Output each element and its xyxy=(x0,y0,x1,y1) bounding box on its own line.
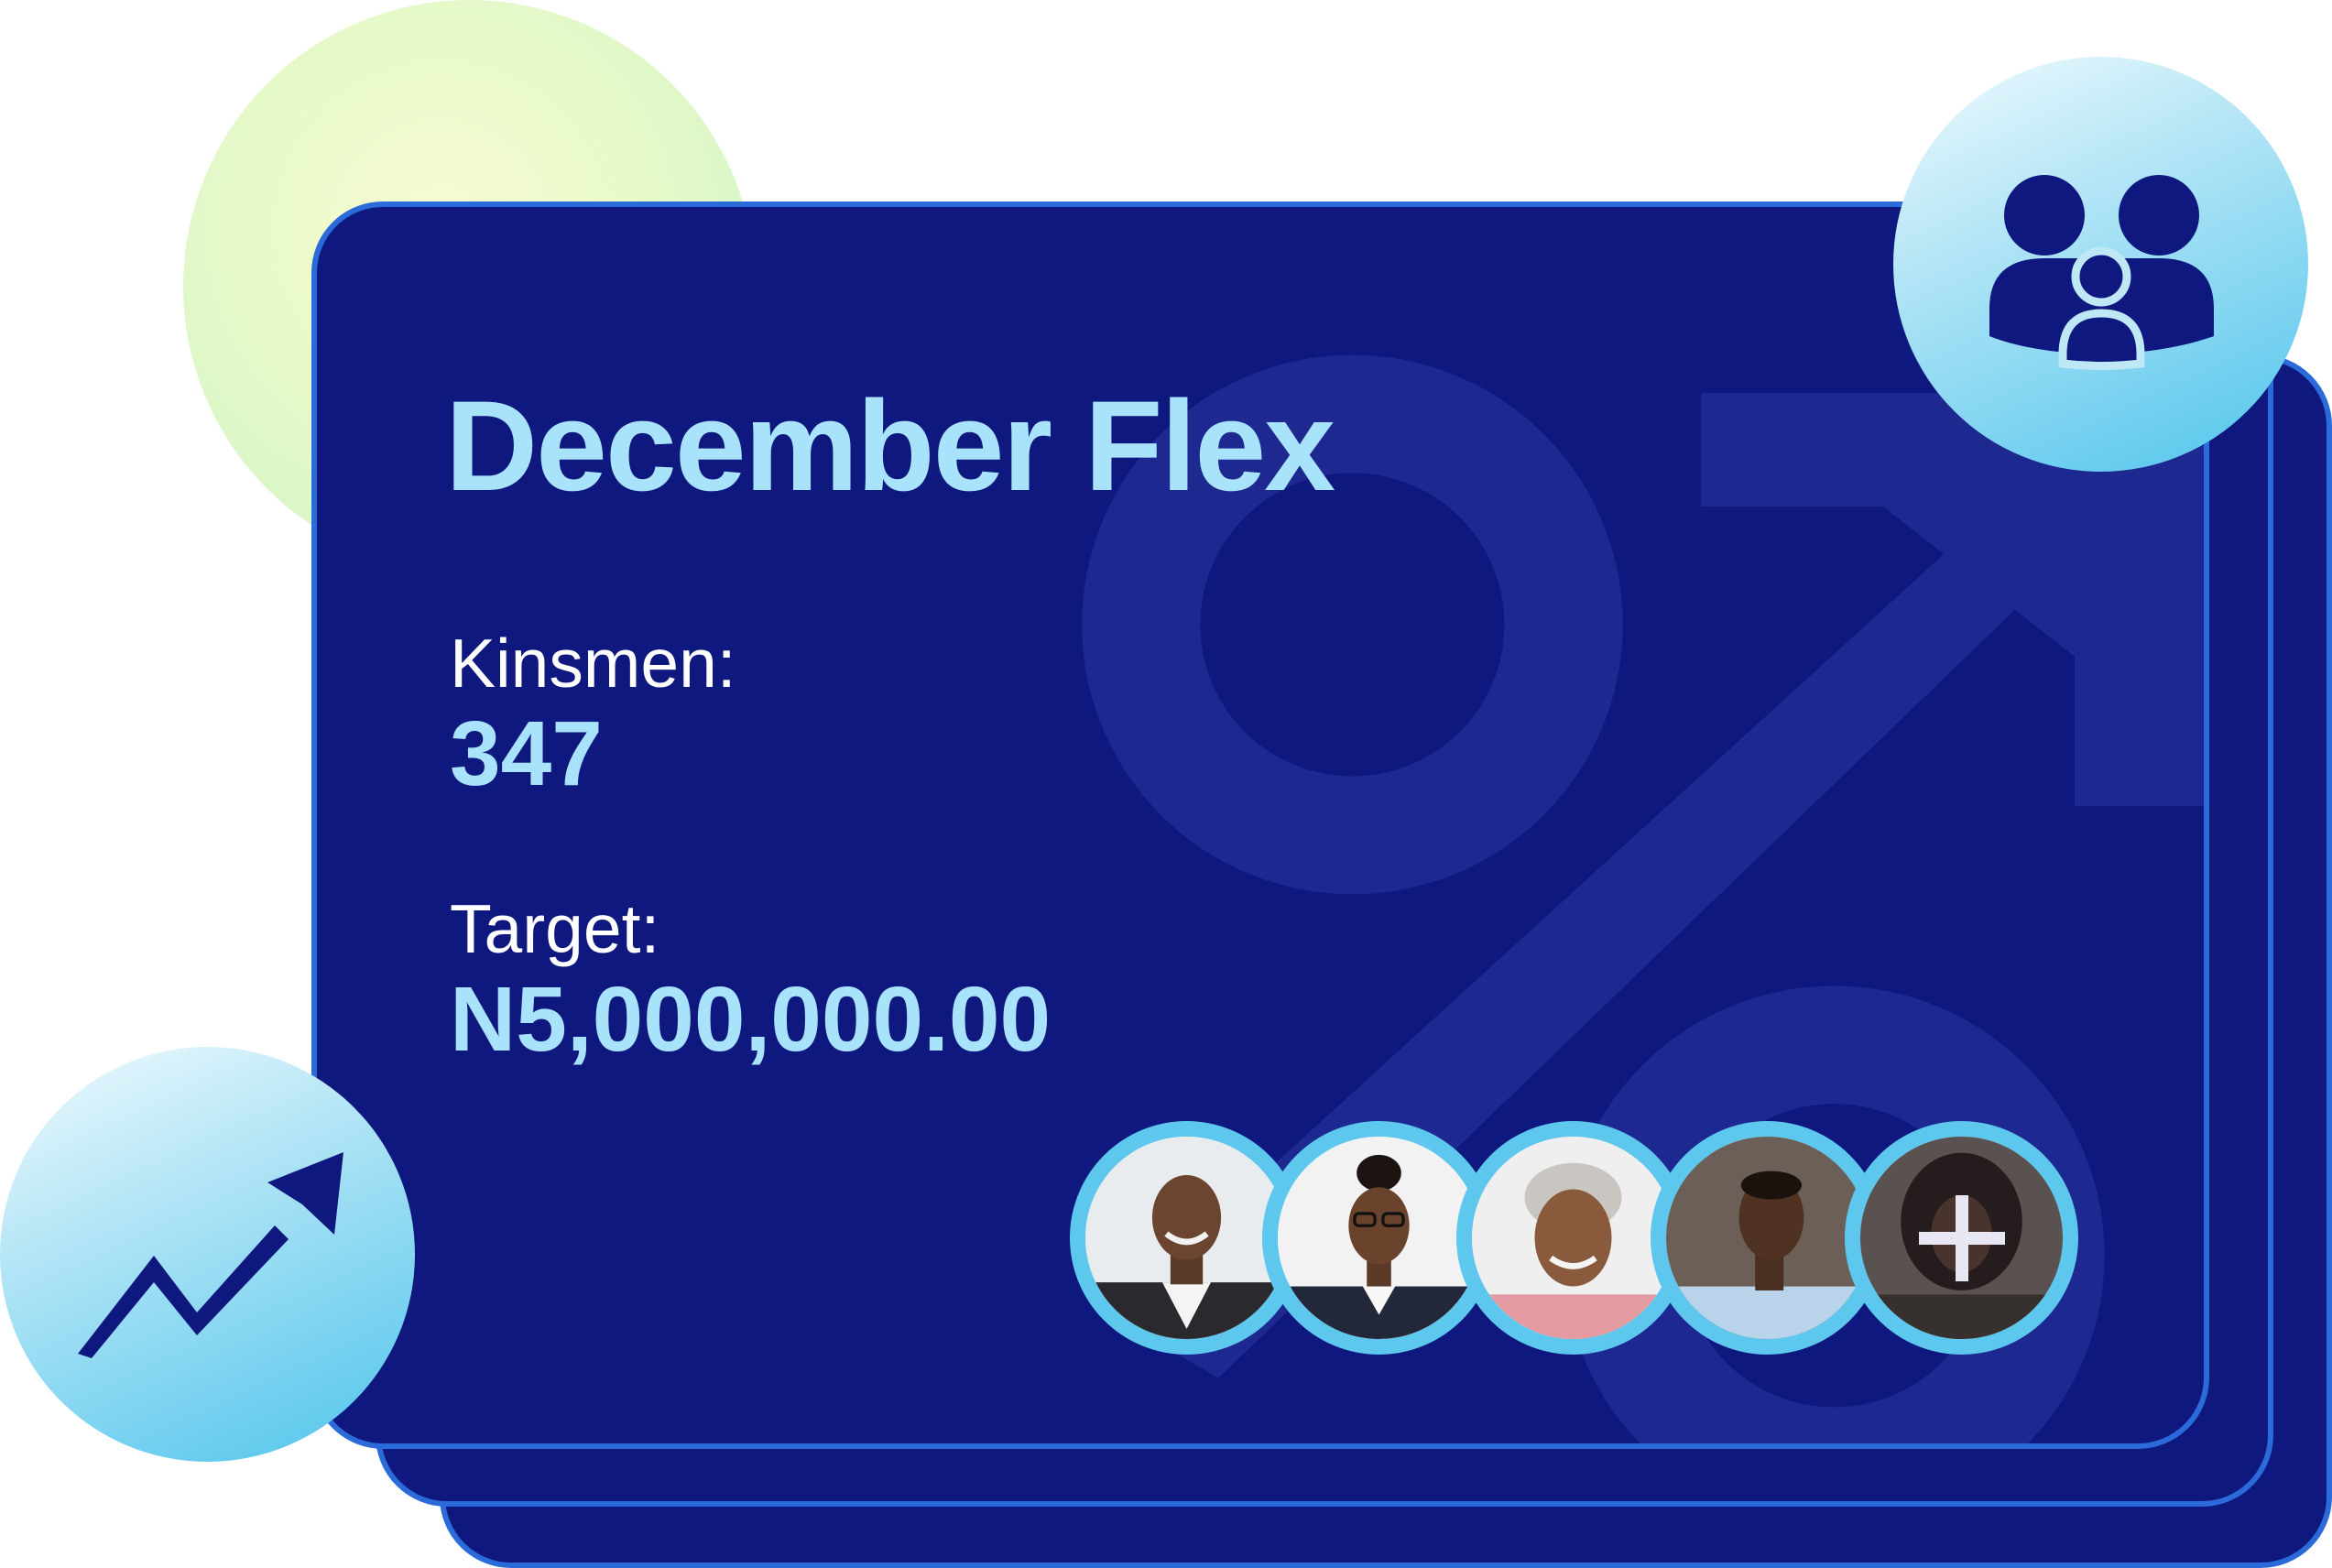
person-photo-3 xyxy=(1472,1137,1674,1339)
person-photo-4 xyxy=(1666,1137,1869,1339)
target-label: Target: xyxy=(450,890,660,967)
family-icon-badge xyxy=(1893,57,2308,472)
savings-group-illustration: December Flex Kinsmen: 347 Target: N5,00… xyxy=(0,0,2332,1568)
family-icon xyxy=(1989,175,2214,370)
person-photo-2 xyxy=(1278,1137,1480,1339)
member-avatar-stack[interactable] xyxy=(1070,1121,2078,1355)
group-title: December Flex xyxy=(445,374,1335,517)
trend-icon-badge xyxy=(0,1047,415,1462)
target-amount: N5,000,000.00 xyxy=(450,968,1052,1071)
kinsmen-label: Kinsmen: xyxy=(450,625,736,702)
person-photo-1 xyxy=(1085,1137,1288,1339)
add-member-button[interactable] xyxy=(1845,1121,2078,1355)
trend-up-icon xyxy=(78,1152,343,1358)
kinsmen-count: 347 xyxy=(450,702,603,805)
plus-icon xyxy=(1860,1137,2063,1339)
